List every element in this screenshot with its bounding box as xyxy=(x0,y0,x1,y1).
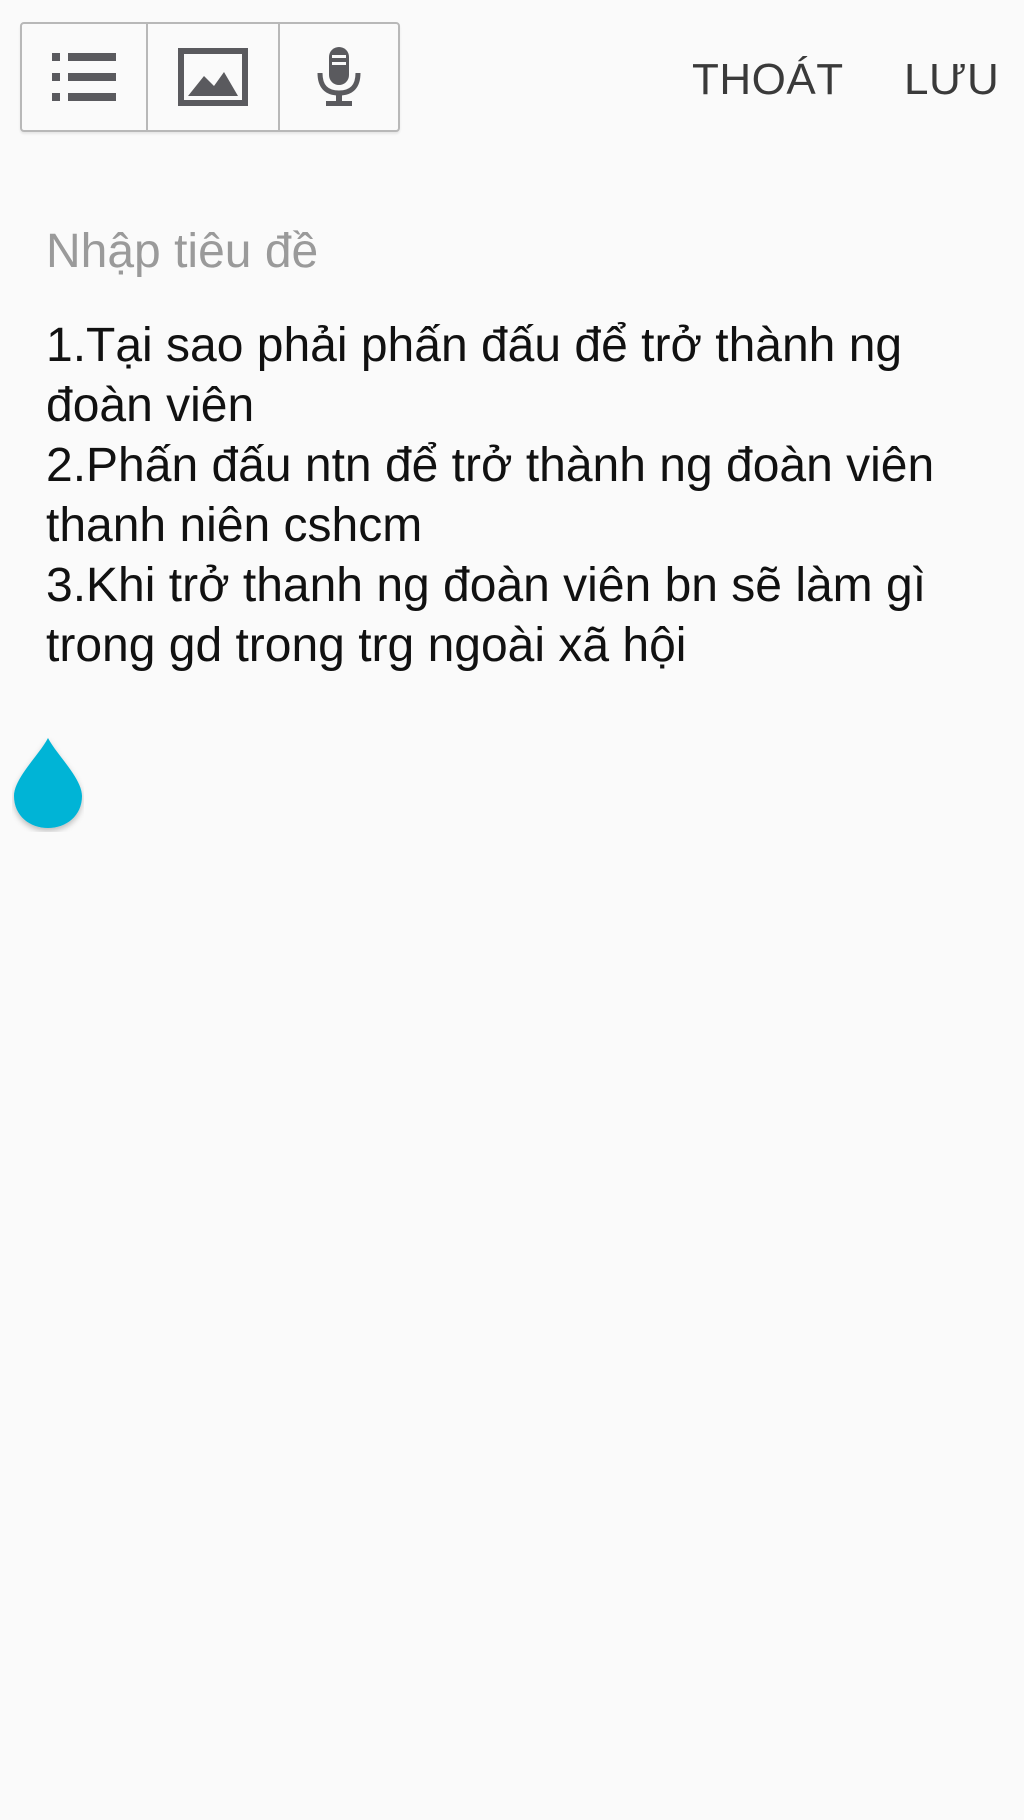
title-input[interactable] xyxy=(46,222,986,280)
body-line: đoàn viên xyxy=(46,379,255,432)
save-button[interactable]: LƯU xyxy=(904,52,999,108)
checklist-icon xyxy=(52,53,116,101)
body-line: trong gd trong trg ngoài xã hội xyxy=(46,619,687,672)
image-icon xyxy=(178,48,248,106)
body-line: thanh niên cshcm xyxy=(46,499,423,552)
insert-toolbar xyxy=(20,22,400,132)
memo-editor-screen: THOÁT LƯU 1.Tại sao phải phấn đấu để trở… xyxy=(0,0,1024,1820)
checklist-button[interactable] xyxy=(22,24,148,130)
body-line: 3.Khi trở thanh ng đoàn viên bn sẽ làm g… xyxy=(46,559,927,612)
microphone-icon xyxy=(317,47,361,106)
voice-record-button[interactable] xyxy=(280,24,398,130)
text-cursor-handle[interactable] xyxy=(12,736,84,832)
memo-body[interactable]: 1.Tại sao phải phấn đấu để trở thành ng … xyxy=(46,316,996,676)
body-line: 1.Tại sao phải phấn đấu để trở thành ng xyxy=(46,319,903,372)
exit-button[interactable]: THOÁT xyxy=(692,52,844,108)
body-line: 2.Phấn đấu ntn để trở thành ng đoàn viên xyxy=(46,439,935,492)
insert-image-button[interactable] xyxy=(148,24,280,130)
